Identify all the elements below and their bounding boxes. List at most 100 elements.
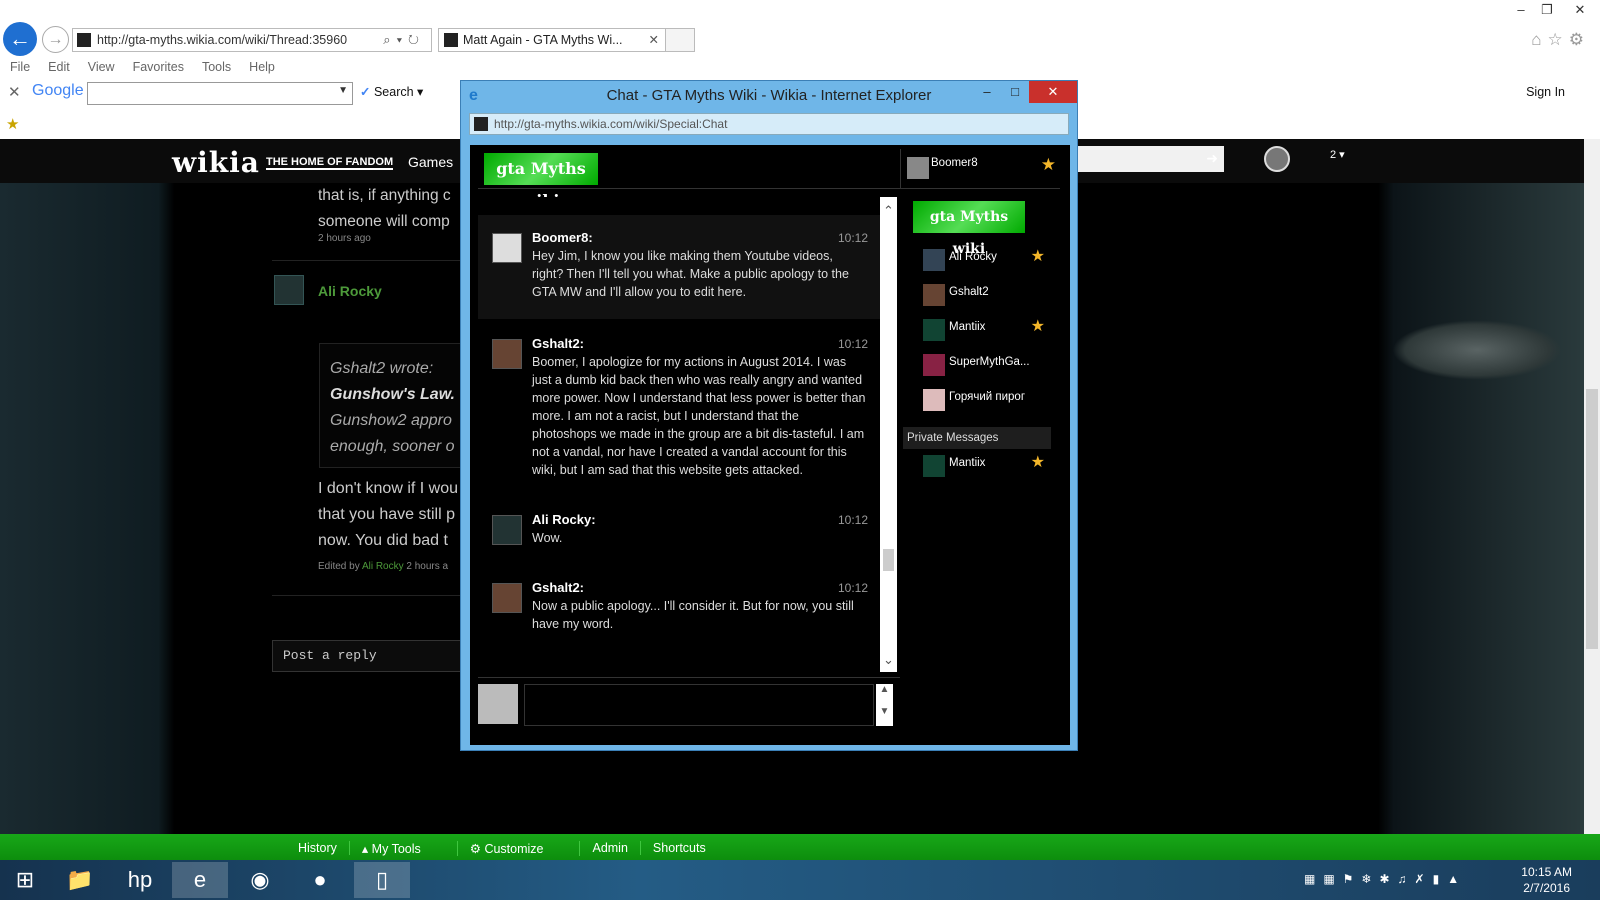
scrollbar-thumb[interactable] (883, 549, 894, 571)
address-bar[interactable]: http://gta-myths.wikia.com/wiki/Thread:3… (72, 28, 432, 52)
chevron-down-icon[interactable]: ⌄ (880, 652, 897, 668)
clock[interactable]: 10:15 AM 2/7/2016 (1521, 864, 1572, 896)
avatar (923, 284, 945, 306)
chat-message-input[interactable] (524, 684, 874, 726)
google-search-button[interactable]: ✓ Search ▾ (360, 84, 423, 99)
nav-games[interactable]: Games (408, 154, 453, 170)
message-list: 10:12 Boomer8: Hey Jim, I know you like … (478, 197, 880, 672)
page-scrollbar[interactable] (1584, 139, 1600, 834)
timestamp: 2 hours ago (318, 233, 371, 244)
ufo-decoration (1392, 320, 1562, 380)
message-text: Hey Jim, I know you like making them You… (532, 249, 849, 299)
wiki-search-input[interactable]: ➜ (1060, 146, 1224, 172)
private-user-item[interactable]: Mantiix ★ (903, 453, 1051, 483)
chevron-down-icon[interactable]: ▼ (338, 85, 348, 96)
chevron-up-icon[interactable]: ⌃ (880, 203, 897, 219)
menu-view[interactable]: View (88, 56, 115, 78)
browser-icons: ⌂☆⚙ (1531, 30, 1590, 50)
edited-note: Edited by Ali Rocky 2 hours a (318, 561, 449, 572)
window-controls: – ❐ ✕ (1508, 0, 1600, 20)
user-item[interactable]: Горячий пирог (903, 387, 1051, 417)
customize-link[interactable]: ⚙ Customize (470, 840, 581, 856)
shortcuts-link[interactable]: Shortcuts (653, 841, 718, 855)
message-author[interactable]: Gshalt2: (532, 335, 866, 353)
user-item[interactable]: SuperMythGa... (903, 352, 1051, 382)
file-explorer-icon[interactable]: 📁 (52, 862, 108, 898)
google-search-input[interactable]: ▼ (87, 82, 353, 105)
user-item[interactable]: Ali Rocky ★ (903, 247, 1051, 277)
avatar (923, 354, 945, 376)
user-name: Gshalt2 (949, 286, 989, 298)
user-name: Mantiix (949, 457, 986, 469)
message-author[interactable]: Gshalt2: (532, 579, 866, 597)
user-name: Mantiix (949, 321, 986, 333)
admin-link[interactable]: Admin (592, 841, 641, 855)
menu-tools[interactable]: Tools (202, 56, 231, 78)
message-time: 10:12 (837, 337, 868, 351)
message-author[interactable]: Boomer8: (532, 229, 866, 247)
home-icon[interactable]: ⌂ (1531, 30, 1547, 49)
media-player-icon[interactable]: ◉ (232, 862, 288, 898)
notifications-badge[interactable]: 2 ▾ (1330, 148, 1345, 161)
message-text: Wow. (532, 531, 563, 545)
current-user[interactable]: Boomer8 ★ (900, 149, 1060, 189)
chat-header: gta Myths wiki Boomer8 ★ (478, 149, 1060, 210)
wikia-logo[interactable]: wikia (172, 146, 260, 179)
back-button[interactable]: ← (3, 22, 37, 56)
message-author[interactable]: Ali Rocky: (532, 511, 866, 529)
history-link[interactable]: History (298, 841, 350, 855)
address-tools-icon[interactable]: ⌕▾↻ (383, 29, 425, 51)
search-icon[interactable]: ➜ (1206, 150, 1218, 167)
gear-icon[interactable]: ⚙ (1569, 30, 1590, 49)
browser-tab[interactable]: Matt Again - GTA Myths Wi... ✕ (438, 28, 666, 52)
star-icon[interactable]: ☆ (1548, 30, 1569, 49)
input-scrollbar[interactable]: ▲ ▼ (876, 684, 893, 726)
avatar (923, 389, 945, 411)
message-time: 10:12 (837, 231, 868, 245)
wiki-logo[interactable]: gta Myths wiki (484, 153, 598, 210)
menu-help[interactable]: Help (249, 56, 275, 78)
forward-button[interactable]: → (42, 26, 69, 53)
chat-popup-window: e Chat - GTA Myths Wiki - Wikia - Intern… (460, 80, 1078, 751)
site-favicon (474, 117, 488, 131)
message-scrollbar[interactable]: ⌃ ⌄ (880, 197, 897, 672)
user-item[interactable]: Mantiix ★ (903, 317, 1051, 347)
sticky-notes-icon[interactable]: ▯ (354, 862, 410, 898)
post-reply-input[interactable]: Post a reply (272, 640, 462, 672)
tab-favicon (444, 33, 458, 47)
my-tools-link[interactable]: ▴ My Tools (362, 840, 458, 856)
reply-author[interactable]: Ali Rocky (318, 283, 382, 299)
close-toolbar-icon[interactable]: ✕ (8, 83, 21, 101)
tab-close-icon[interactable]: ✕ (649, 29, 659, 51)
maximize-icon[interactable]: □ (1001, 81, 1029, 103)
close-icon[interactable]: ✕ (1029, 81, 1077, 103)
message-time: 10:12 (837, 513, 868, 527)
close-icon[interactable]: ✕ (1560, 0, 1600, 20)
internet-explorer-icon[interactable]: e (172, 862, 228, 898)
avatar[interactable] (274, 275, 304, 305)
editor-link[interactable]: Ali Rocky (362, 561, 404, 572)
google-earth-icon[interactable]: ● (292, 862, 348, 898)
menu-file[interactable]: File (10, 56, 30, 78)
new-tab-button[interactable] (666, 28, 695, 52)
minimize-icon[interactable]: – (1508, 0, 1534, 20)
avatar[interactable] (1264, 146, 1290, 172)
message-text: Boomer, I apologize for my actions in Au… (532, 355, 866, 477)
windows-start-icon[interactable]: ⊞ (0, 862, 50, 898)
wiki-badge[interactable]: gta Myths wiki (913, 201, 1025, 257)
popup-url: http://gta-myths.wikia.com/wiki/Special:… (494, 117, 728, 131)
avatar (478, 684, 518, 724)
popup-address-bar: http://gta-myths.wikia.com/wiki/Special:… (469, 113, 1069, 135)
hp-icon[interactable]: hp (112, 862, 168, 898)
menu-favorites[interactable]: Favorites (133, 56, 184, 78)
favorites-icon[interactable]: ★ (6, 115, 19, 133)
restore-icon[interactable]: ❐ (1534, 0, 1560, 20)
chat-input-bar: ▲ ▼ (478, 677, 900, 727)
sign-in-link[interactable]: Sign In (1526, 85, 1565, 99)
star-icon: ★ (1030, 248, 1045, 265)
scrollbar-thumb[interactable] (1586, 389, 1598, 649)
minimize-icon[interactable]: – (973, 81, 1001, 103)
user-item[interactable]: Gshalt2 (903, 282, 1051, 312)
menu-edit[interactable]: Edit (48, 56, 70, 78)
system-tray-icons[interactable]: ▦▦⚑❄✱♫✗▮▲ (1304, 872, 1467, 886)
